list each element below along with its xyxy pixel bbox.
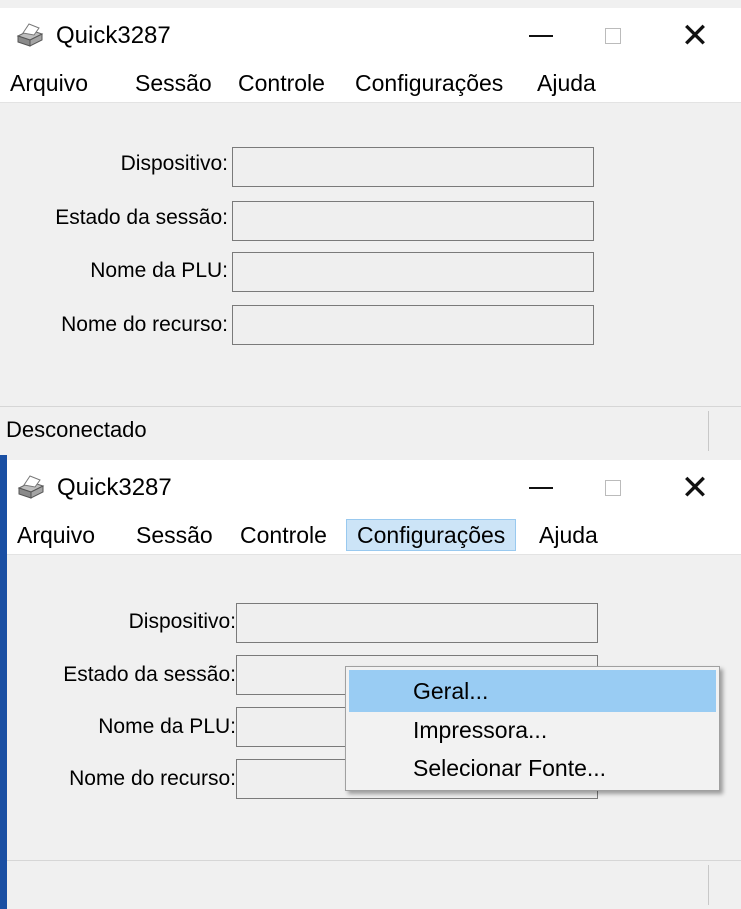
close-button[interactable]: ✕ (655, 468, 735, 508)
estado-sessao-label: Estado da sessão: (55, 206, 228, 229)
close-icon: ✕ (680, 469, 710, 507)
window-title: Quick3287 (57, 474, 172, 501)
menu-bar: Arquivo Sessão Controle Configurações Aj… (7, 516, 741, 555)
menu-configuracoes[interactable]: Configurações (345, 67, 513, 99)
menu-controle[interactable]: Controle (228, 67, 335, 99)
nome-plu-label: Nome da PLU: (98, 715, 236, 738)
title-bar[interactable]: Quick3287 ✕ (7, 460, 741, 516)
maximize-icon (605, 480, 621, 496)
menu-arquivo[interactable]: Arquivo (0, 67, 98, 99)
nome-plu-label: Nome da PLU: (90, 259, 228, 282)
maximize-button[interactable] (573, 16, 653, 56)
menu-sessao[interactable]: Sessão (126, 519, 223, 551)
printer-icon (17, 475, 45, 499)
title-bar[interactable]: Quick3287 ✕ (0, 8, 741, 64)
nome-recurso-label: Nome do recurso: (61, 313, 228, 336)
status-bar (7, 860, 741, 909)
menu-item-selecionar-fonte[interactable]: Selecionar Fonte... (349, 747, 716, 789)
dispositivo-label: Dispositivo: (120, 152, 228, 175)
menu-arquivo[interactable]: Arquivo (7, 519, 105, 551)
menu-ajuda[interactable]: Ajuda (527, 67, 606, 99)
menu-bar: Arquivo Sessão Controle Configurações Aj… (0, 64, 741, 103)
dispositivo-field[interactable] (232, 147, 594, 187)
status-divider (708, 865, 709, 905)
close-button[interactable]: ✕ (655, 16, 735, 56)
configuracoes-dropdown: Geral... Impressora... Selecionar Fonte.… (345, 666, 720, 791)
close-icon: ✕ (680, 17, 710, 55)
nome-recurso-label: Nome do recurso: (69, 767, 236, 790)
dispositivo-field[interactable] (236, 603, 598, 643)
estado-sessao-field[interactable] (232, 201, 594, 241)
quick3287-window-normal: Quick3287 ✕ Arquivo Sessão Controle Conf… (0, 0, 741, 455)
window-title: Quick3287 (56, 22, 171, 49)
minimize-button[interactable] (501, 468, 581, 508)
nome-plu-field[interactable] (232, 252, 594, 292)
minimize-icon (529, 487, 553, 489)
menu-configuracoes[interactable]: Configurações (346, 519, 517, 551)
minimize-icon (529, 35, 553, 37)
status-bar: Desconectado (0, 406, 741, 455)
status-text: Desconectado (6, 417, 147, 442)
nome-recurso-field[interactable] (232, 305, 594, 345)
menu-ajuda[interactable]: Ajuda (529, 519, 608, 551)
minimize-button[interactable] (501, 16, 581, 56)
maximize-button[interactable] (573, 468, 653, 508)
menu-controle[interactable]: Controle (230, 519, 337, 551)
menu-sessao[interactable]: Sessão (125, 67, 222, 99)
menu-item-impressora[interactable]: Impressora... (349, 709, 716, 751)
estado-sessao-label: Estado da sessão: (63, 663, 236, 686)
dispositivo-label: Dispositivo: (128, 610, 236, 633)
status-divider (708, 411, 709, 451)
menu-item-geral[interactable]: Geral... (349, 670, 716, 712)
printer-icon (16, 23, 44, 47)
maximize-icon (605, 28, 621, 44)
